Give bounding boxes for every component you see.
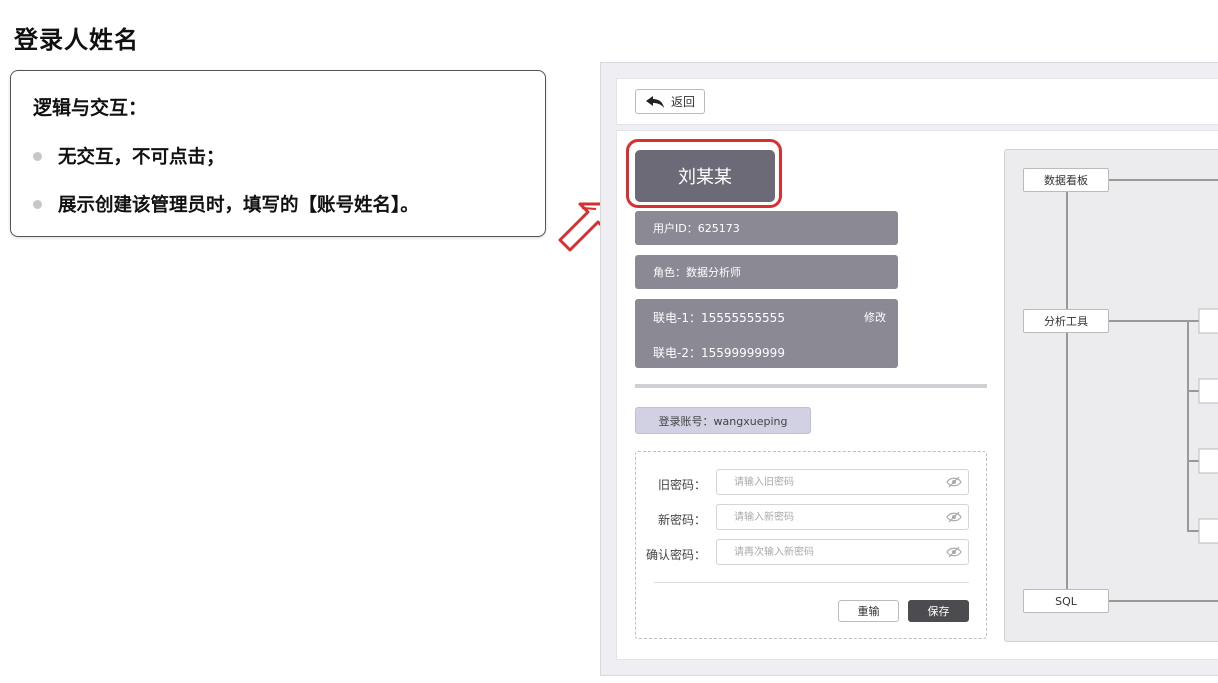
note-heading: 逻辑与交互： (33, 97, 148, 119)
back-label: 返回 (670, 95, 695, 109)
back-button[interactable]: 返回 (635, 89, 705, 114)
back-arrow-icon (645, 95, 664, 108)
tree-node-sql[interactable]: SQL (1023, 589, 1109, 613)
eye-hidden-icon[interactable] (946, 511, 962, 523)
confirm-password-label: 确认密码： (645, 548, 706, 562)
phone-2: 联电-2：15599999999 (653, 346, 785, 360)
user-id-row: 用户ID：625173 (635, 211, 898, 245)
note-item: 展示创建该管理员时，填写的【账号姓名】。 (33, 191, 419, 217)
confirm-password-input[interactable] (716, 539, 969, 565)
tree-node-dashboard[interactable]: 数据看板 (1023, 168, 1109, 192)
eye-hidden-icon[interactable] (946, 546, 962, 558)
bullet-icon (33, 199, 42, 209)
old-password-input[interactable] (716, 469, 969, 495)
save-button[interactable]: 保存 (908, 600, 969, 622)
menu-tree-panel: 数据看板 分析工具 SQL (1004, 149, 1218, 642)
note-item-text: 无交互，不可点击； (58, 147, 225, 168)
page-title: 登录人姓名 (14, 26, 139, 54)
phone-1: 联电-1：15555555555 (653, 311, 785, 325)
phone-block: 联电-1：15555555555 修改 联电-2：15599999999 (635, 299, 898, 368)
new-password-input[interactable] (716, 504, 969, 530)
tree-connector-lines (1066, 179, 1218, 602)
note-item: 无交互，不可点击； (33, 143, 225, 169)
section-divider (635, 384, 987, 388)
password-form: 旧密码： 新密码： 确认密码： 重输 保存 (635, 451, 987, 639)
old-password-label: 旧密码： (657, 478, 706, 492)
reset-button[interactable]: 重输 (838, 600, 899, 622)
topbar: 返回 (616, 78, 1218, 125)
form-divider (654, 582, 969, 583)
edit-phone-link[interactable]: 修改 (864, 309, 886, 325)
note-item-text: 展示创建该管理员时，填写的【账号姓名】。 (58, 195, 419, 216)
eye-hidden-icon[interactable] (946, 476, 962, 488)
login-account-chip: 登录账号：wangxueping (635, 407, 811, 434)
new-password-label: 新密码： (657, 513, 706, 527)
tree-node-analysis-tools[interactable]: 分析工具 (1023, 309, 1109, 333)
bullet-icon (33, 151, 42, 161)
role-row: 角色：数据分析师 (635, 255, 898, 289)
annotation-note: 逻辑与交互： 无交互，不可点击； 展示创建该管理员时，填写的【账号姓名】。 (10, 70, 546, 237)
highlight-ring (626, 139, 782, 208)
